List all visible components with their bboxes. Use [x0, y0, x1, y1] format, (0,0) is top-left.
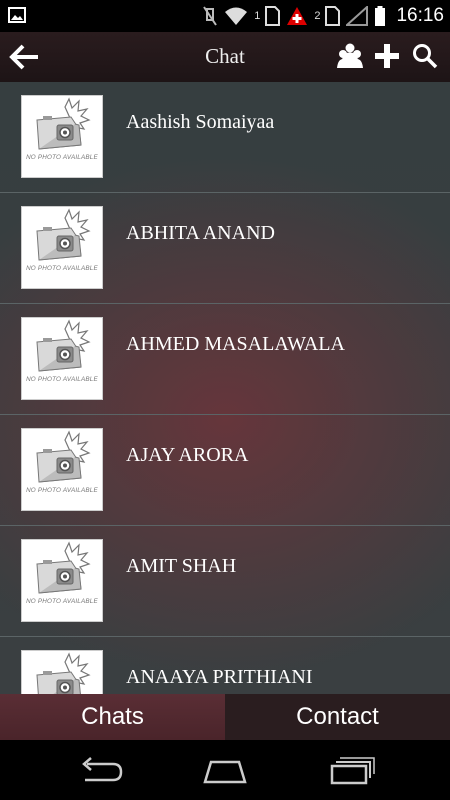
navigation-bar	[0, 740, 450, 800]
avatar: NO PHOTO AVAILABLE	[21, 95, 103, 178]
search-icon[interactable]	[411, 42, 439, 70]
no-photo-label: NO PHOTO AVAILABLE	[26, 265, 98, 272]
list-item[interactable]: NO PHOTO AVAILABLE ABHITA ANAND	[0, 193, 450, 304]
camera-placeholder-icon	[21, 95, 103, 178]
signal-icon	[346, 6, 369, 26]
avatar: NO PHOTO AVAILABLE	[21, 206, 103, 289]
contact-list[interactable]: NO PHOTO AVAILABLE Aashish Somaiyaa NO P…	[0, 82, 450, 694]
clock: 16:16	[396, 5, 444, 26]
list-item[interactable]: NO PHOTO AVAILABLE Aashish Somaiyaa	[0, 82, 450, 193]
home-nav-icon[interactable]	[201, 756, 249, 786]
recent-apps-nav-icon[interactable]	[328, 756, 376, 786]
sim-card-icon	[325, 6, 341, 26]
group-icon[interactable]	[336, 42, 364, 70]
contact-name: ANAAYA PRITHIANI	[126, 666, 313, 688]
avatar: NO PHOTO AVAILABLE	[21, 317, 103, 400]
sim2-label: 2	[314, 10, 321, 22]
list-item[interactable]: NO PHOTO AVAILABLE AHMED MASALAWALA	[0, 304, 450, 415]
wifi-icon	[225, 7, 248, 25]
camera-placeholder-icon	[21, 650, 103, 694]
add-icon[interactable]	[373, 42, 401, 70]
avatar: NO PHOTO AVAILABLE	[21, 539, 103, 622]
no-photo-label: NO PHOTO AVAILABLE	[26, 487, 98, 494]
contact-name: ABHITA ANAND	[126, 222, 275, 244]
contact-name: AHMED MASALAWALA	[126, 333, 345, 355]
no-photo-label: NO PHOTO AVAILABLE	[26, 598, 98, 605]
mute-icon	[203, 6, 218, 26]
battery-icon	[375, 6, 386, 26]
gallery-notification-icon	[8, 7, 26, 23]
tab-chats[interactable]: Chats	[0, 694, 225, 740]
app-bar: Chat	[0, 32, 450, 83]
back-nav-icon[interactable]	[77, 756, 125, 786]
swiss-flag-icon	[287, 7, 308, 25]
no-photo-label: NO PHOTO AVAILABLE	[26, 154, 98, 161]
camera-placeholder-icon	[21, 539, 103, 622]
camera-placeholder-icon	[21, 428, 103, 511]
contact-name: Aashish Somaiyaa	[126, 111, 275, 133]
avatar: NO PHOTO AVAILABLE	[21, 428, 103, 511]
bottom-tab-bar: Chats Contact	[0, 694, 450, 740]
sim1-label: 1	[254, 10, 261, 22]
camera-placeholder-icon	[21, 206, 103, 289]
contact-name: AMIT SHAH	[126, 555, 237, 577]
list-item[interactable]: NO PHOTO AVAILABLE AJAY ARORA	[0, 415, 450, 526]
sim-card-icon	[265, 6, 281, 26]
list-item[interactable]: NO PHOTO AVAILABLE ANAAYA PRITHIANI	[0, 637, 450, 694]
status-bar: 1 2 16:16	[0, 0, 450, 32]
tab-contact[interactable]: Contact	[225, 694, 450, 740]
no-photo-label: NO PHOTO AVAILABLE	[26, 376, 98, 383]
camera-placeholder-icon	[21, 317, 103, 400]
avatar: NO PHOTO AVAILABLE	[21, 650, 103, 694]
list-item[interactable]: NO PHOTO AVAILABLE AMIT SHAH	[0, 526, 450, 637]
contact-name: AJAY ARORA	[126, 444, 249, 466]
